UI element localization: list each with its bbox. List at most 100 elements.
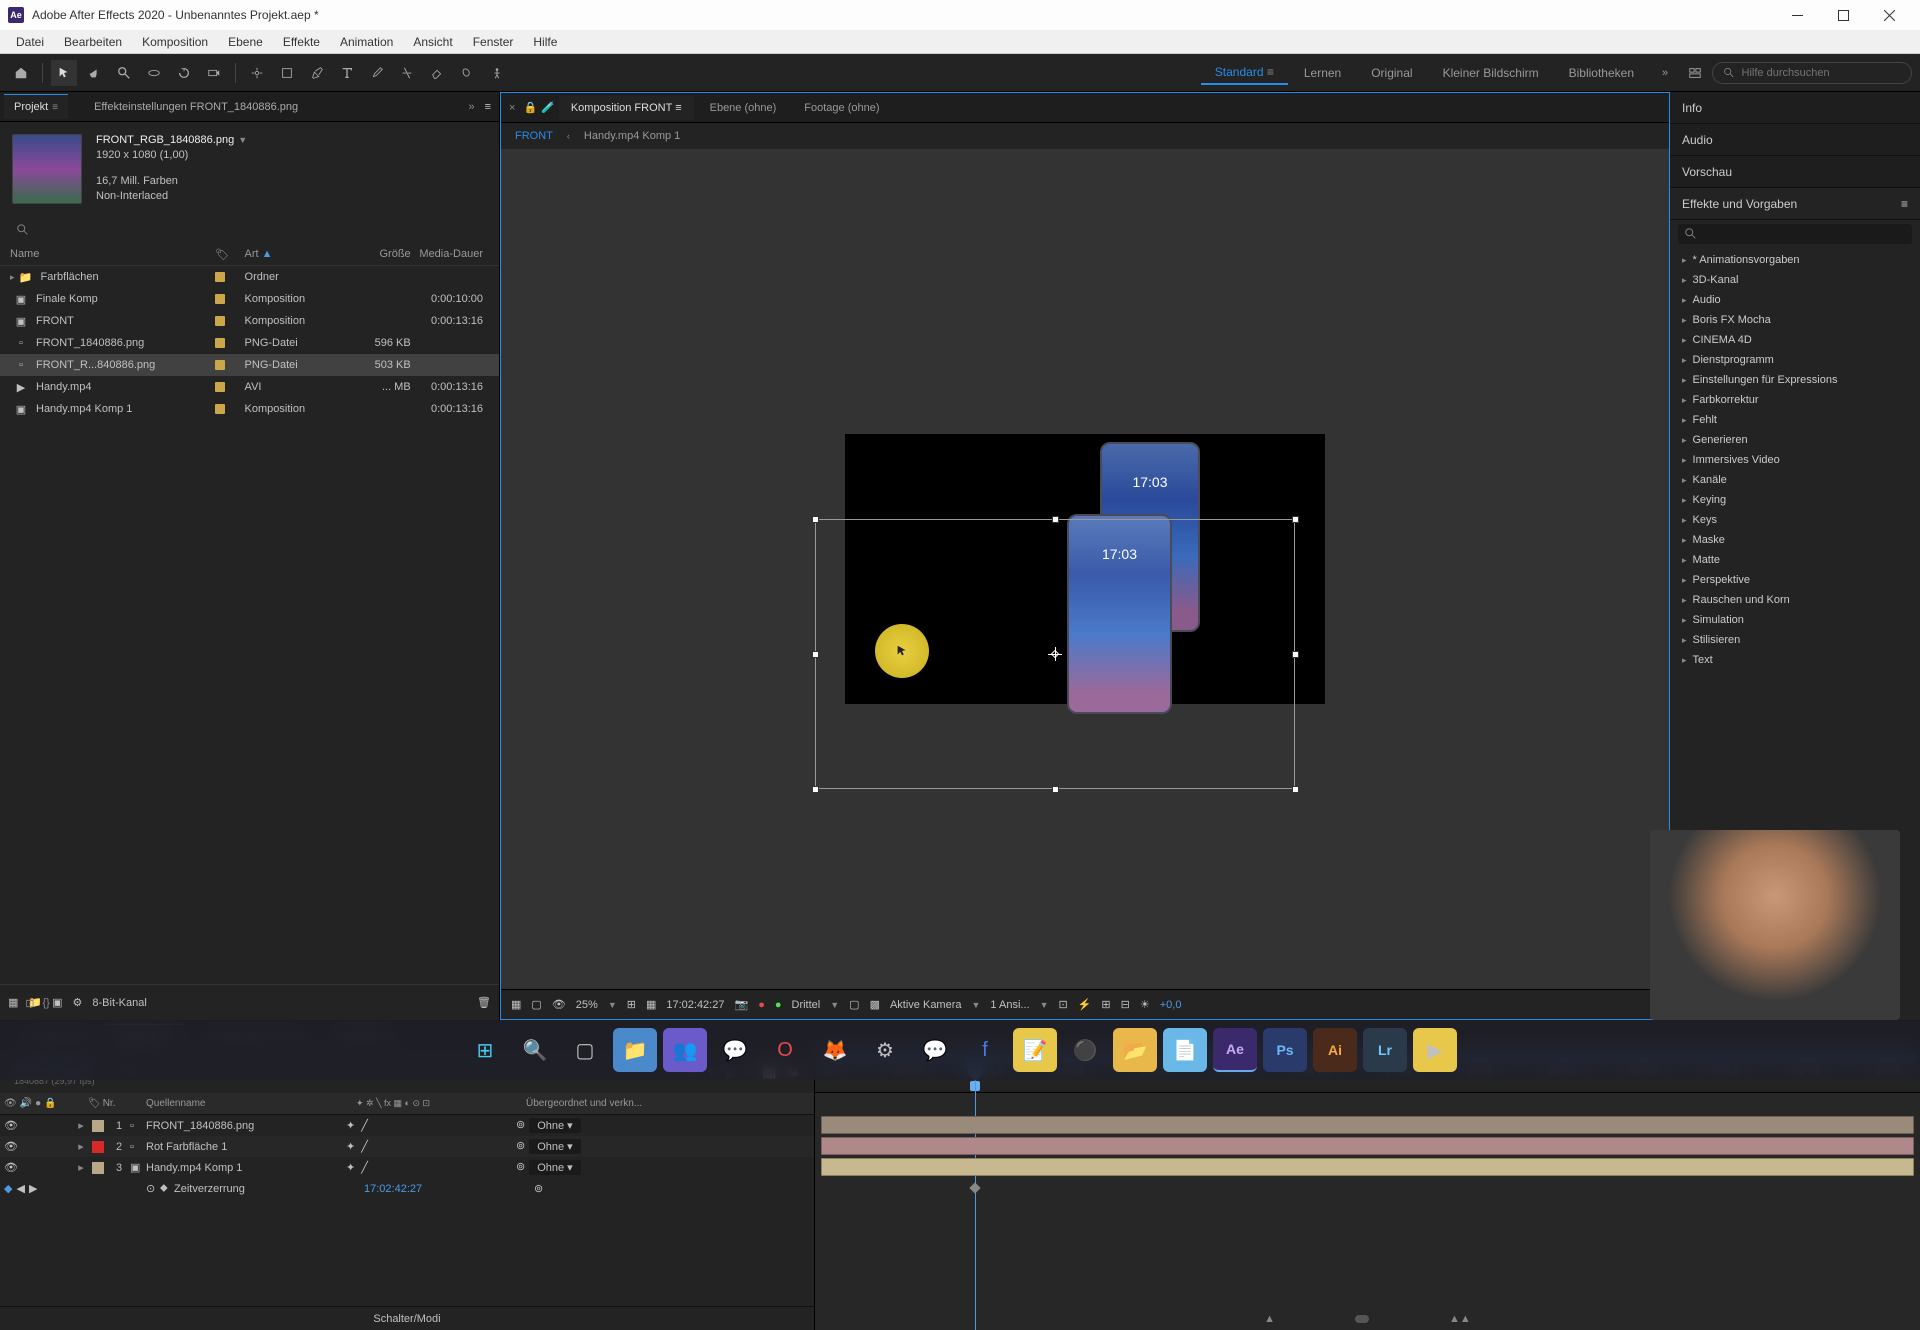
effect-category[interactable]: ▸Immersives Video [1670, 450, 1920, 470]
help-search-input[interactable] [1742, 67, 1901, 79]
effect-category[interactable]: ▸Keys [1670, 510, 1920, 530]
effect-category[interactable]: ▸Maske [1670, 530, 1920, 550]
effect-category[interactable]: ▸Matte [1670, 550, 1920, 570]
menu-hilfe[interactable]: Hilfe [523, 32, 567, 52]
effect-category[interactable]: ▸Text [1670, 650, 1920, 670]
workspace-standard[interactable]: Standard ≡ [1201, 61, 1288, 85]
menu-ansicht[interactable]: Ansicht [403, 32, 462, 52]
effect-category[interactable]: ▸Einstellungen für Expressions [1670, 370, 1920, 390]
anchor-point-icon[interactable] [1048, 647, 1062, 661]
whatsapp-icon[interactable]: 💬 [713, 1028, 757, 1072]
puppet-tool[interactable] [484, 60, 510, 86]
close-button[interactable] [1866, 0, 1912, 30]
rotate-tool[interactable] [171, 60, 197, 86]
menu-bearbeiten[interactable]: Bearbeiten [54, 32, 132, 52]
handle-tm[interactable] [1052, 516, 1059, 523]
effect-category[interactable]: ▸Fehlt [1670, 410, 1920, 430]
teams-icon[interactable]: 👥 [663, 1028, 707, 1072]
timeline-layer[interactable]: 👁▸2▫Rot Farbfläche 1✦╱⊚Ohne ▾ [0, 1136, 814, 1157]
orbit-tool[interactable] [141, 60, 167, 86]
lock-icon[interactable]: 🔒 [523, 101, 537, 114]
timeline-icon[interactable]: ⊞ [1101, 998, 1110, 1011]
transparency-grid-icon[interactable]: ▩ [870, 998, 880, 1011]
notes-icon[interactable]: 📝 [1013, 1028, 1057, 1072]
project-row[interactable]: ▶Handy.mp4AVI... MB0:00:13:16 [0, 376, 499, 398]
panel-preview[interactable]: Vorschau [1670, 156, 1920, 188]
tab-project[interactable]: Projekt≡ [4, 94, 68, 119]
handle-bl[interactable] [812, 786, 819, 793]
selection-tool[interactable] [51, 60, 77, 86]
project-row[interactable]: ▸📁FarbflächenOrdner [0, 266, 499, 288]
workspace-lernen[interactable]: Lernen [1290, 62, 1355, 84]
menu-animation[interactable]: Animation [330, 32, 403, 52]
facebook-icon[interactable]: f [963, 1028, 1007, 1072]
project-search[interactable] [10, 220, 489, 240]
mask-icon[interactable]: ▢ [531, 998, 541, 1011]
safe-zones-icon[interactable]: ⊞ [627, 998, 636, 1011]
minimize-button[interactable] [1774, 0, 1820, 30]
obs-icon[interactable]: ⚫ [1063, 1028, 1107, 1072]
hand-tool[interactable] [81, 60, 107, 86]
tab-layer[interactable]: Ebene (ohne) [698, 96, 789, 120]
text-tool[interactable] [334, 60, 360, 86]
snapshot-icon[interactable]: 📷 [734, 998, 748, 1011]
flowchart-icon[interactable]: ⊟ [1121, 998, 1130, 1011]
lightroom-icon[interactable]: Lr [1363, 1028, 1407, 1072]
explorer-icon[interactable]: 📁 [613, 1028, 657, 1072]
help-search[interactable] [1712, 62, 1912, 84]
taskbar-search-icon[interactable]: 🔍 [513, 1028, 557, 1072]
project-row[interactable]: ▣Handy.mp4 Komp 1Komposition0:00:13:16 [0, 398, 499, 420]
current-timecode[interactable]: 17:02:42:27 [666, 999, 724, 1011]
bit-depth[interactable]: 8-Bit-Kanal [92, 997, 146, 1009]
handle-mr[interactable] [1292, 651, 1299, 658]
shape-tool[interactable] [274, 60, 300, 86]
grid-icon[interactable]: ▦ [646, 998, 656, 1011]
roi-icon[interactable]: ▢ [849, 998, 859, 1011]
fast-preview-icon[interactable]: ⚡ [1078, 998, 1092, 1011]
project-row[interactable]: ▣FRONTKomposition0:00:13:16 [0, 310, 499, 332]
panel-info[interactable]: Info [1670, 92, 1920, 124]
effect-category[interactable]: ▸Rauschen und Korn [1670, 590, 1920, 610]
panel-effects-presets[interactable]: Effekte und Vorgaben≡ [1670, 188, 1920, 220]
effect-category[interactable]: ▸CINEMA 4D [1670, 330, 1920, 350]
menu-komposition[interactable]: Komposition [132, 32, 218, 52]
firefox-icon[interactable]: 🦊 [813, 1028, 857, 1072]
illustrator-icon[interactable]: Ai [1313, 1028, 1357, 1072]
handle-tr[interactable] [1292, 516, 1299, 523]
tab-composition[interactable]: Komposition FRONT ≡ [559, 96, 694, 120]
effects-search[interactable] [1678, 224, 1912, 244]
clip-layer-3[interactable] [821, 1158, 1915, 1176]
tab-footage[interactable]: Footage (ohne) [792, 96, 891, 120]
files-icon[interactable]: 📂 [1113, 1028, 1157, 1072]
handle-ml[interactable] [812, 651, 819, 658]
menu-datei[interactable]: Datei [6, 32, 54, 52]
workspace-bibliotheken[interactable]: Bibliotheken [1555, 62, 1648, 84]
menu-fenster[interactable]: Fenster [463, 32, 524, 52]
handle-bm[interactable] [1052, 786, 1059, 793]
effect-category[interactable]: ▸3D-Kanal [1670, 270, 1920, 290]
toggle-1-icon[interactable]: ⊞ [8, 997, 17, 1010]
timeline-layer[interactable]: 👁▸3▣Handy.mp4 Komp 1✦╱⊚Ohne ▾ [0, 1157, 814, 1178]
property-row[interactable]: ◆◀▶ ⊙ ⬥ Zeitverzerrung 17:02:42:27 ⊚ [0, 1178, 814, 1199]
notepad-icon[interactable]: 📄 [1163, 1028, 1207, 1072]
photoshop-icon[interactable]: Ps [1263, 1028, 1307, 1072]
after-effects-icon[interactable]: Ae [1213, 1028, 1257, 1072]
effect-category[interactable]: ▸Farbkorrektur [1670, 390, 1920, 410]
transparency-icon[interactable]: ▦ [511, 998, 521, 1011]
project-row[interactable]: ▫FRONT_R...840886.pngPNG-Datei503 KB [0, 354, 499, 376]
keyframe-icon[interactable] [970, 1182, 981, 1193]
opera-icon[interactable]: O [763, 1028, 807, 1072]
eraser-tool[interactable] [424, 60, 450, 86]
breadcrumb-front[interactable]: FRONT [515, 130, 553, 142]
timeline-tracks[interactable]: ):14f41:14f42:14f43:14f44:14f45:14f46:14… [815, 1051, 1920, 1330]
region-icon[interactable]: 👁 [552, 998, 566, 1011]
project-row[interactable]: ▣Finale KompKomposition0:00:10:00 [0, 288, 499, 310]
anchor-tool[interactable] [244, 60, 270, 86]
handle-br[interactable] [1292, 786, 1299, 793]
toggle-2-icon[interactable]: ⊡ [25, 997, 34, 1010]
zoom-tool[interactable] [111, 60, 137, 86]
exposure-reset-icon[interactable]: ☀ [1140, 998, 1150, 1011]
breadcrumb-handy[interactable]: Handy.mp4 Komp 1 [584, 130, 680, 142]
workspace-original[interactable]: Original [1357, 62, 1426, 84]
home-tool[interactable] [8, 60, 34, 86]
